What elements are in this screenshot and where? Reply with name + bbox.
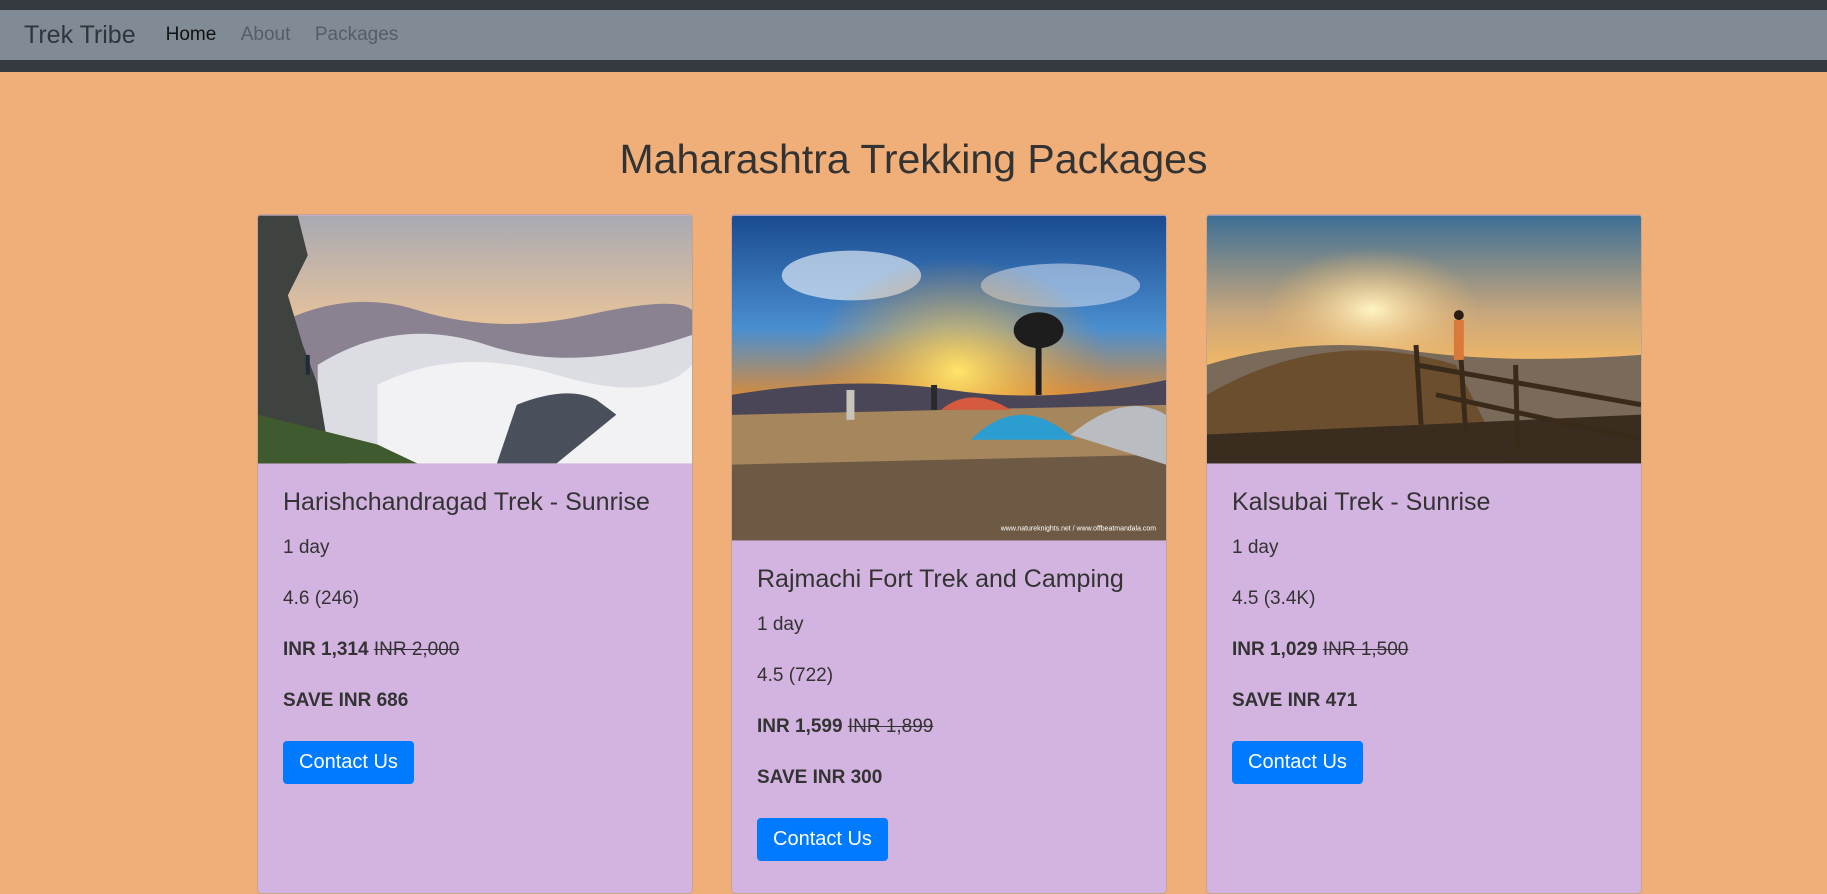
package-savings: SAVE INR 686 bbox=[283, 690, 409, 711]
package-rating: 4.5 (3.4K) bbox=[1232, 588, 1316, 609]
package-savings: SAVE INR 300 bbox=[757, 767, 883, 788]
old-price: INR 1,899 bbox=[847, 716, 934, 737]
nav-link-about[interactable]: About bbox=[241, 24, 291, 45]
package-title: Kalsubai Trek - Sunrise bbox=[1232, 488, 1491, 516]
package-savings: SAVE INR 471 bbox=[1232, 690, 1358, 711]
package-duration: 1 day bbox=[283, 537, 330, 558]
package-duration: 1 day bbox=[757, 614, 804, 635]
package-price: INR 1,029 INR 1,500 bbox=[1232, 639, 1616, 661]
package-rating: 4.5 (722) bbox=[757, 665, 834, 686]
old-price: INR 1,500 bbox=[1322, 639, 1409, 660]
nav-link-home[interactable]: Home bbox=[166, 24, 217, 45]
contact-us-button[interactable]: Contact Us bbox=[1232, 741, 1363, 784]
package-title: Harishchandragad Trek - Sunrise bbox=[283, 488, 650, 516]
package-image-kalsubai bbox=[1207, 215, 1641, 464]
package-title: Rajmachi Fort Trek and Camping bbox=[757, 565, 1124, 593]
package-card: Harishchandragad Trek - Sunrise 1 day 4.… bbox=[257, 214, 693, 894]
package-card: www.natureknights.net / www.offbeatmanda… bbox=[731, 214, 1167, 894]
package-image-harishchandragad bbox=[258, 215, 692, 464]
contact-us-button[interactable]: Contact Us bbox=[757, 818, 888, 861]
current-price: INR 1,599 bbox=[757, 716, 843, 737]
package-card: Kalsubai Trek - Sunrise 1 day 4.5 (3.4K)… bbox=[1206, 214, 1642, 894]
contact-us-button[interactable]: Contact Us bbox=[283, 741, 414, 784]
package-rating: 4.6 (246) bbox=[283, 588, 360, 609]
image-credit: www.natureknights.net / www.offbeatmanda… bbox=[1000, 525, 1156, 532]
package-image-rajmachi: www.natureknights.net / www.offbeatmanda… bbox=[732, 215, 1166, 541]
nav-links: Home About Packages bbox=[166, 24, 419, 46]
page-title: Maharashtra Trekking Packages bbox=[619, 136, 1208, 182]
current-price: INR 1,029 bbox=[1232, 639, 1318, 660]
old-price: INR 2,000 bbox=[373, 639, 460, 660]
current-price: INR 1,314 bbox=[283, 639, 369, 660]
package-price: INR 1,314 INR 2,000 bbox=[283, 639, 667, 661]
brand-logo-text[interactable]: Trek Tribe bbox=[24, 21, 136, 50]
nav-link-packages[interactable]: Packages bbox=[315, 24, 398, 45]
top-strip bbox=[0, 0, 1827, 10]
navbar: Trek Tribe Home About Packages bbox=[0, 10, 1827, 72]
package-price: INR 1,599 INR 1,899 bbox=[757, 716, 1141, 738]
package-duration: 1 day bbox=[1232, 537, 1279, 558]
